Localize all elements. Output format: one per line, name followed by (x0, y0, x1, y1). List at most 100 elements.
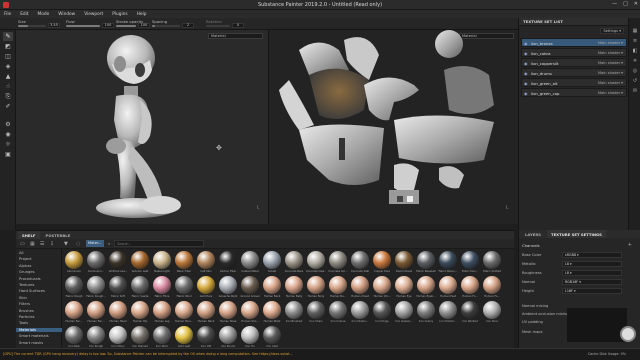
shelf-search-input[interactable] (114, 240, 204, 247)
material-thumbnail[interactable]: Gold Leaf (174, 326, 194, 350)
shelf-category-item[interactable]: Skin (19, 296, 27, 300)
material-thumbnail[interactable]: Coated Metal (240, 251, 260, 275)
material-thumbnail[interactable]: Fabric Suede (130, 276, 150, 300)
material-thumbnail[interactable]: Human Feet (438, 276, 458, 300)
shelf-category-item[interactable]: Particles (19, 315, 35, 319)
texture-set-row[interactable]: ◉ lion_cobra Main shader ▾ (521, 48, 627, 57)
material-thumbnail[interactable]: Fabric Bascu... (438, 251, 458, 275)
material-thumbnail[interactable]: Gouache Paint (218, 276, 238, 300)
smudge-icon[interactable]: ☝ (3, 82, 13, 91)
shelf-category-item[interactable]: Project (19, 257, 32, 261)
paint-brush-icon[interactable]: ✎ (3, 32, 13, 41)
shader-select[interactable]: Main shader ▾ (598, 51, 623, 55)
polygon-fill-icon[interactable]: ▲ (3, 72, 13, 81)
display-settings-icon[interactable]: ☀ (632, 58, 638, 64)
shelf-category-item[interactable]: Filters (19, 302, 30, 306)
material-thumbnail[interactable]: Human Body (306, 276, 326, 300)
clone-icon[interactable]: ⎘ (3, 92, 13, 101)
geometry-decal-icon[interactable]: ◈ (3, 62, 13, 71)
shelf-category-item[interactable]: Smart masks (19, 341, 43, 345)
menu-window[interactable]: Window (58, 12, 75, 17)
material-thumbnail[interactable]: Iron Coarse (328, 301, 348, 325)
shelf-category-item[interactable]: Smart materials (19, 334, 49, 338)
texture-set-row[interactable]: ◉ lion_green_cop Main shader ▾ (521, 88, 627, 97)
texture-set-row[interactable]: ◉ lion_drums Main shader ▾ (521, 68, 627, 77)
viewport-3d[interactable]: Material ✥ └ (16, 30, 268, 224)
menu-plugins[interactable]: Plugins (112, 12, 127, 17)
material-thumbnail[interactable]: Iron Forge (372, 301, 392, 325)
material-thumbnail[interactable]: Human Belly (284, 276, 304, 300)
material-thumbnail[interactable]: Iron Raw (64, 326, 84, 350)
material-thumbnail[interactable]: Basic Fiber (174, 251, 194, 275)
material-thumbnail[interactable]: Human Fac... (86, 301, 106, 325)
shader-select[interactable]: Main shader ▾ (598, 41, 623, 45)
grid-view-icon[interactable]: ▦ (30, 241, 35, 247)
stroke-opacity-value[interactable]: 100 (138, 23, 150, 28)
material-thumbnail[interactable]: Human Fac... (64, 301, 84, 325)
spacing-value[interactable]: 2 (182, 23, 194, 28)
channel-format-select[interactable]: L16F ▾ (562, 288, 622, 294)
shelf-category-item[interactable]: Brushes (19, 309, 34, 313)
channel-format-select[interactable]: RGB16F ▾ (562, 279, 622, 285)
texture-set-row[interactable]: ◉ lion_green_alt Main shader ▾ (521, 78, 627, 87)
eye-icon[interactable]: ◉ (524, 51, 528, 56)
material-thumbnail[interactable]: Concrete Slab (350, 251, 370, 275)
eye-icon[interactable]: ◉ (524, 81, 528, 86)
material-thumbnail[interactable]: Human Sho... (240, 301, 260, 325)
projection-icon[interactable]: ◫ (3, 52, 13, 61)
eraser-icon[interactable]: ◩ (3, 42, 13, 51)
import-icon[interactable]: ⇩ (50, 241, 54, 247)
menu-viewport[interactable]: Viewport (84, 12, 103, 17)
material-thumbnail[interactable]: Ground Gravel (240, 276, 260, 300)
tab-posterble[interactable]: POSTERBLE (42, 231, 75, 239)
log-icon[interactable]: ✉ (632, 88, 638, 94)
material-thumbnail[interactable]: Fabric Wool (174, 276, 194, 300)
material-thumbnail[interactable]: Artificial Lea... (108, 251, 128, 275)
material-thumbnail[interactable]: Autumn Leaf (130, 251, 150, 275)
flow-value[interactable]: 100 (102, 23, 114, 28)
material-thumbnail[interactable]: Concrete Bare (284, 251, 304, 275)
menu-file[interactable]: File (4, 12, 11, 17)
shader-select[interactable]: Main shader ▾ (598, 71, 623, 75)
shelf-category-item[interactable]: Procedurals (19, 277, 41, 281)
material-thumbnail[interactable]: Gold Pure (196, 276, 216, 300)
folder-icon[interactable]: ▭ (20, 241, 25, 247)
material-thumbnail[interactable]: Iron Grainy (416, 301, 436, 325)
material-thumbnail[interactable]: Aluminium (64, 251, 84, 275)
material-thumbnail[interactable]: Calf Skin (196, 251, 216, 275)
settings-icon[interactable]: ⚙ (3, 120, 13, 129)
color-picker-icon[interactable]: ✐ (3, 102, 13, 111)
size-slider[interactable] (18, 25, 46, 27)
light-icon[interactable]: ☼ (3, 140, 13, 149)
material-thumbnail[interactable]: Human Fo... (460, 276, 480, 300)
material-thumbnail[interactable]: Fabric Baseball (416, 251, 436, 275)
menu-edit[interactable]: Edit (20, 12, 28, 17)
shelf-category-item[interactable]: Alphas (19, 264, 31, 268)
material-thumbnail[interactable]: Concrete Clea... (306, 251, 326, 275)
material-thumbnail[interactable]: Iron Tin (240, 326, 260, 350)
material-thumbnail[interactable]: Fabric Den... (460, 251, 480, 275)
material-thumbnail[interactable]: Fabric Soft (108, 276, 128, 300)
render-icon[interactable]: ▣ (3, 150, 13, 159)
material-thumbnail[interactable]: Fabric Fibre (152, 276, 172, 300)
material-thumbnail[interactable]: Human Nose (218, 301, 238, 325)
material-thumbnail[interactable]: Iron Round (218, 326, 238, 350)
shelf-category-item[interactable]: Hard Surfaces (19, 289, 45, 293)
close-button[interactable]: ✕ (634, 1, 638, 7)
shelf-category-item[interactable]: Materials (16, 327, 62, 332)
eye-icon[interactable]: ◉ (524, 71, 528, 76)
eye-icon[interactable]: ◉ (524, 41, 528, 46)
material-thumbnail[interactable]: Human Hip (130, 301, 150, 325)
flow-slider[interactable] (66, 25, 100, 27)
material-thumbnail[interactable]: Concrete Sm... (328, 251, 348, 275)
stroke-opacity-slider[interactable] (116, 25, 136, 27)
shelf-category-item[interactable]: Textures (19, 283, 34, 287)
material-thumbnail[interactable]: Human Back (262, 276, 282, 300)
texture-set-list-icon[interactable]: ▦ (632, 28, 638, 34)
shader-select[interactable]: Main shader ▾ (598, 81, 623, 85)
texture-set-row[interactable]: ◉ lion_bronze Main shader ▾ (521, 38, 627, 47)
eye-icon[interactable]: ◉ (524, 61, 528, 66)
texture-set-settings-button[interactable]: Settings ▾ (600, 28, 624, 34)
filter-icon[interactable]: ▼ (64, 241, 68, 247)
material-thumbnail[interactable]: Human Bu... (328, 276, 348, 300)
